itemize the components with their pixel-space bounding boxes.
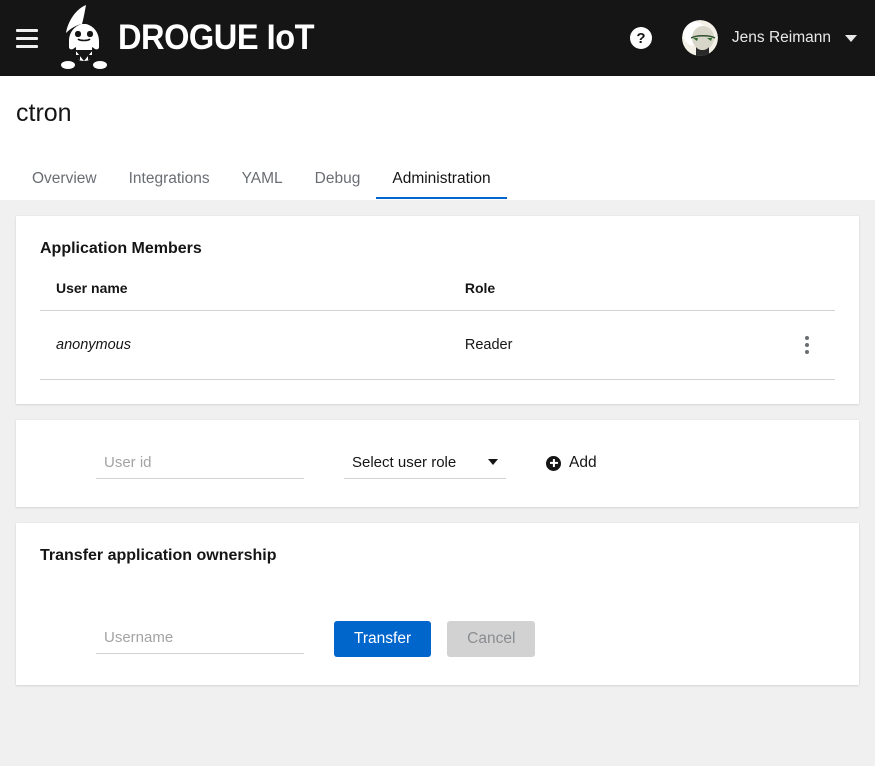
add-member-card: Select user role Add <box>16 419 859 507</box>
transfer-ownership-form: Transfer Cancel <box>40 587 835 661</box>
user-role-select-label: Select user role <box>352 453 457 471</box>
tab-yaml[interactable]: YAML <box>226 164 299 200</box>
add-member-button-label: Add <box>569 454 597 471</box>
cell-actions <box>778 310 835 380</box>
hamburger-bar <box>16 28 38 32</box>
table-header-row: User name Role <box>40 279 835 311</box>
kebab-dot <box>805 349 809 354</box>
column-header-role: Role <box>448 279 779 311</box>
transfer-username-input[interactable] <box>96 623 304 655</box>
global-nav-toggle-button[interactable] <box>10 21 44 55</box>
tab-integrations[interactable]: Integrations <box>113 164 226 200</box>
add-member-button[interactable]: Add <box>544 448 599 478</box>
avatar <box>681 20 718 56</box>
user-name-label: Jens Reimann <box>731 29 831 46</box>
hamburger-bar <box>16 44 38 48</box>
application-members-title: Application Members <box>40 239 202 257</box>
cell-user-name: anonymous <box>40 310 449 380</box>
page-title: ctron <box>16 99 72 127</box>
tab-debug[interactable]: Debug <box>299 164 377 200</box>
main-content: Application Members User name Role anony… <box>0 199 875 761</box>
column-header-actions <box>778 279 835 311</box>
application-members-card: Application Members User name Role anony… <box>16 215 859 404</box>
masthead: DROGUE IoT ? Jens Reimann <box>0 0 875 76</box>
page-header: ctron Overview Integrations YAML Debug A… <box>0 76 875 200</box>
members-table-body: anonymous Reader <box>40 310 835 380</box>
kebab-dot <box>805 342 809 347</box>
plus-circle-icon <box>546 455 561 471</box>
drogue-gnome-logo-icon <box>61 5 107 69</box>
user-role-select[interactable]: Select user role <box>344 447 506 479</box>
transfer-ownership-card: Transfer application ownership Transfer … <box>16 522 859 685</box>
cancel-button[interactable]: Cancel <box>447 620 536 657</box>
tab-administration[interactable]: Administration <box>376 164 507 200</box>
members-table-head: User name Role <box>40 279 835 311</box>
transfer-ownership-title: Transfer application ownership <box>40 546 277 564</box>
cell-role: Reader <box>448 310 779 380</box>
transfer-button[interactable]: Transfer <box>334 620 432 657</box>
chevron-down-icon <box>488 459 498 465</box>
hamburger-bar <box>16 36 38 40</box>
masthead-toolbar: ? Jens Reimann <box>629 20 857 56</box>
tab-overview[interactable]: Overview <box>16 164 113 200</box>
table-row: anonymous Reader <box>40 310 835 380</box>
column-header-user-name: User name <box>40 279 449 311</box>
kebab-dot <box>805 335 809 340</box>
brand-link[interactable]: DROGUE IoT <box>56 3 329 73</box>
brand-text: DROGUE IoT <box>118 18 315 57</box>
user-id-input[interactable] <box>96 447 304 479</box>
tab-bar: Overview Integrations YAML Debug Adminis… <box>0 164 875 200</box>
add-member-form: Select user role Add <box>40 444 835 483</box>
help-icon[interactable]: ? <box>629 27 652 49</box>
members-table: User name Role anonymous Reader <box>40 279 835 380</box>
chevron-down-icon <box>845 34 857 42</box>
user-menu-toggle[interactable]: Jens Reimann <box>681 20 857 56</box>
row-kebab-menu-icon[interactable] <box>795 328 819 362</box>
